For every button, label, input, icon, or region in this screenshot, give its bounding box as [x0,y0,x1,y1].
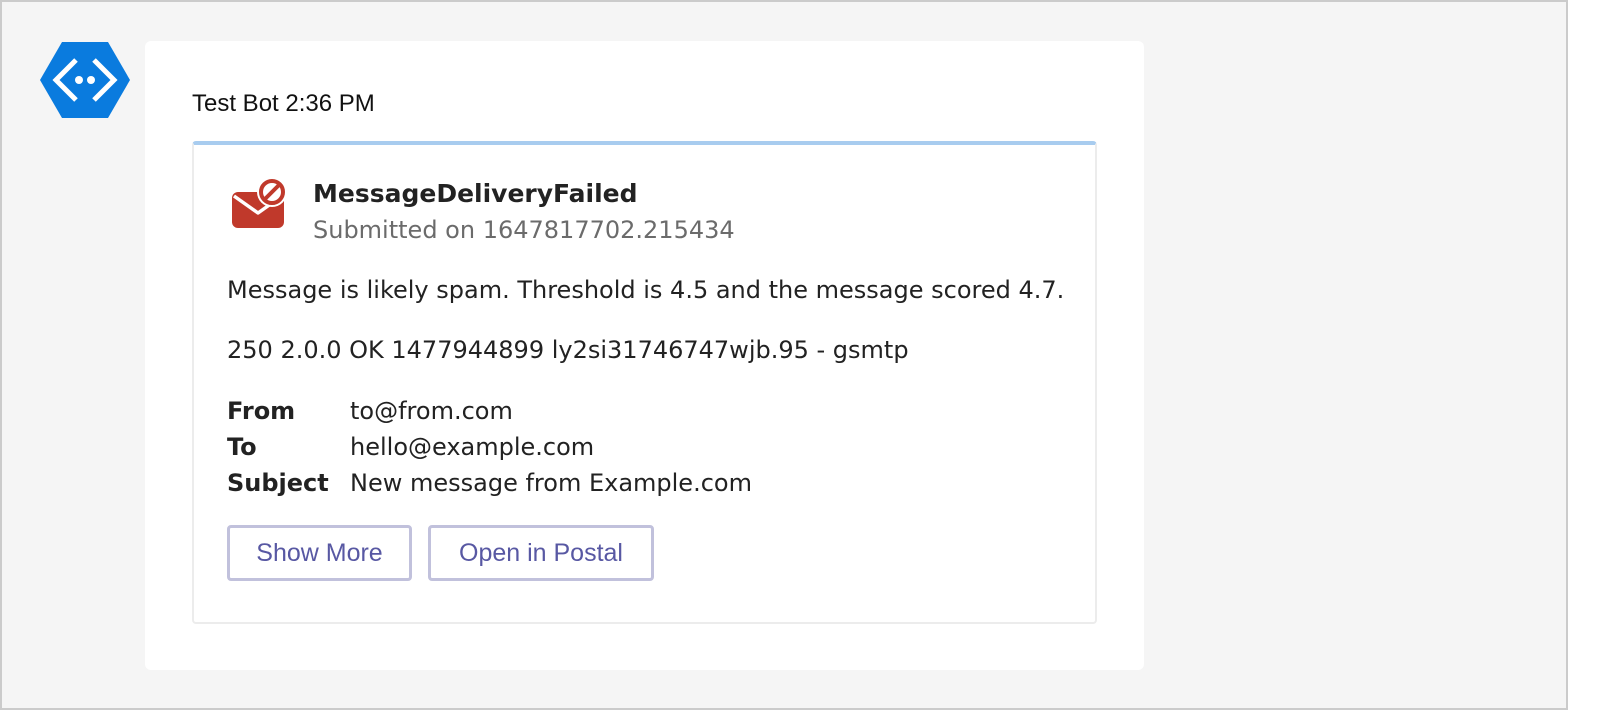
card-subtitle: Submitted on 1647817702.215434 [313,216,735,244]
open-in-postal-button[interactable]: Open in Postal [428,525,654,581]
message-time: 2:36 PM [285,90,375,117]
fact-row: From to@from.com [227,393,752,429]
chat-window: Test Bot 2:36 PM MessageDeliveryFailed S… [0,0,1568,710]
email-blocked-icon [232,178,287,228]
fact-value-subject: New message from Example.com [350,469,752,497]
fact-key-from: From [227,397,296,425]
failure-details: Message is likely spam. Threshold is 4.5… [227,276,1065,304]
fact-key-to: To [227,433,257,461]
sender-name: Test Bot [192,90,279,117]
message-header: Test Bot 2:36 PM [192,90,375,118]
bot-avatar-icon [40,42,130,118]
message-bubble: Test Bot 2:36 PM MessageDeliveryFailed S… [145,41,1144,670]
adaptive-card: MessageDeliveryFailed Submitted on 16478… [192,141,1097,624]
fact-value-from: to@from.com [350,397,513,425]
smtp-output: 250 2.0.0 OK 1477944899 ly2si31746747wjb… [227,336,909,364]
show-more-button[interactable]: Show More [227,525,412,581]
fact-row: Subject New message from Example.com [227,465,752,501]
fact-set: From to@from.com To hello@example.com Su… [227,393,752,501]
fact-key-subject: Subject [227,469,329,497]
fact-value-to: hello@example.com [350,433,595,461]
fact-row: To hello@example.com [227,429,752,465]
card-title: MessageDeliveryFailed [313,179,638,208]
